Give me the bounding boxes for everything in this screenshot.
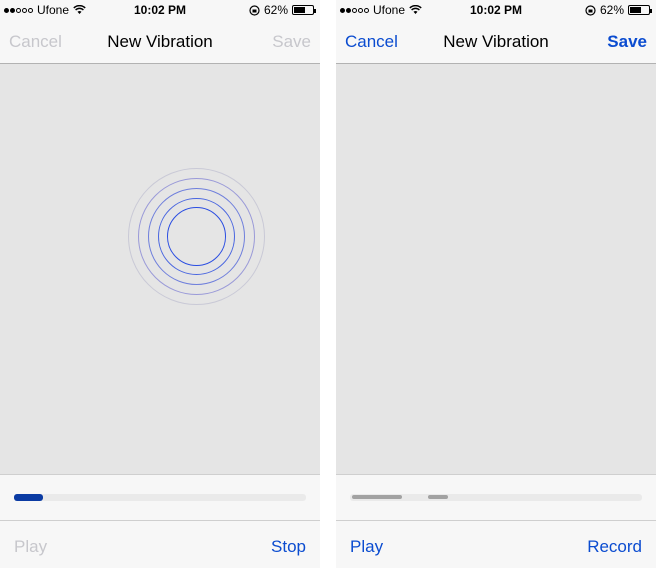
play-button[interactable]: Play	[14, 537, 47, 557]
record-button[interactable]: Record	[587, 537, 642, 557]
status-bar: Ufone 10:02 PM 62%	[0, 0, 320, 20]
navigation-bar: Cancel New Vibration Save	[0, 20, 320, 64]
touch-ripple-icon	[128, 168, 265, 305]
bottom-toolbar: Play Stop	[0, 520, 320, 568]
progress-track	[14, 494, 306, 501]
recorded-screen: Ufone 10:02 PM 62% Cancel New Vibration …	[336, 0, 656, 568]
recording-timeline	[336, 474, 656, 520]
vibration-segment	[428, 495, 448, 499]
play-button[interactable]: Play	[350, 537, 383, 557]
progress-fill	[14, 494, 44, 501]
navigation-bar: Cancel New Vibration Save	[336, 20, 656, 64]
vibration-tap-area[interactable]	[336, 64, 656, 474]
save-button[interactable]: Save	[607, 32, 647, 52]
save-button[interactable]: Save	[272, 32, 311, 52]
battery-percent: 62%	[599, 3, 624, 17]
battery-icon	[292, 5, 316, 15]
vibration-tap-area[interactable]	[0, 64, 320, 474]
battery-percent: 62%	[263, 3, 288, 17]
battery-icon	[628, 5, 652, 15]
vibration-segment	[352, 495, 402, 499]
bottom-toolbar: Play Record	[336, 520, 656, 568]
status-bar: Ufone 10:02 PM 62%	[336, 0, 656, 20]
recording-screen: Ufone 10:02 PM 62% Cancel New Vibration …	[0, 0, 320, 568]
rotation-lock-icon	[249, 4, 260, 16]
stop-button[interactable]: Stop	[271, 537, 306, 557]
progress-track	[350, 494, 642, 501]
recording-timeline	[0, 474, 320, 520]
rotation-lock-icon	[585, 4, 596, 16]
